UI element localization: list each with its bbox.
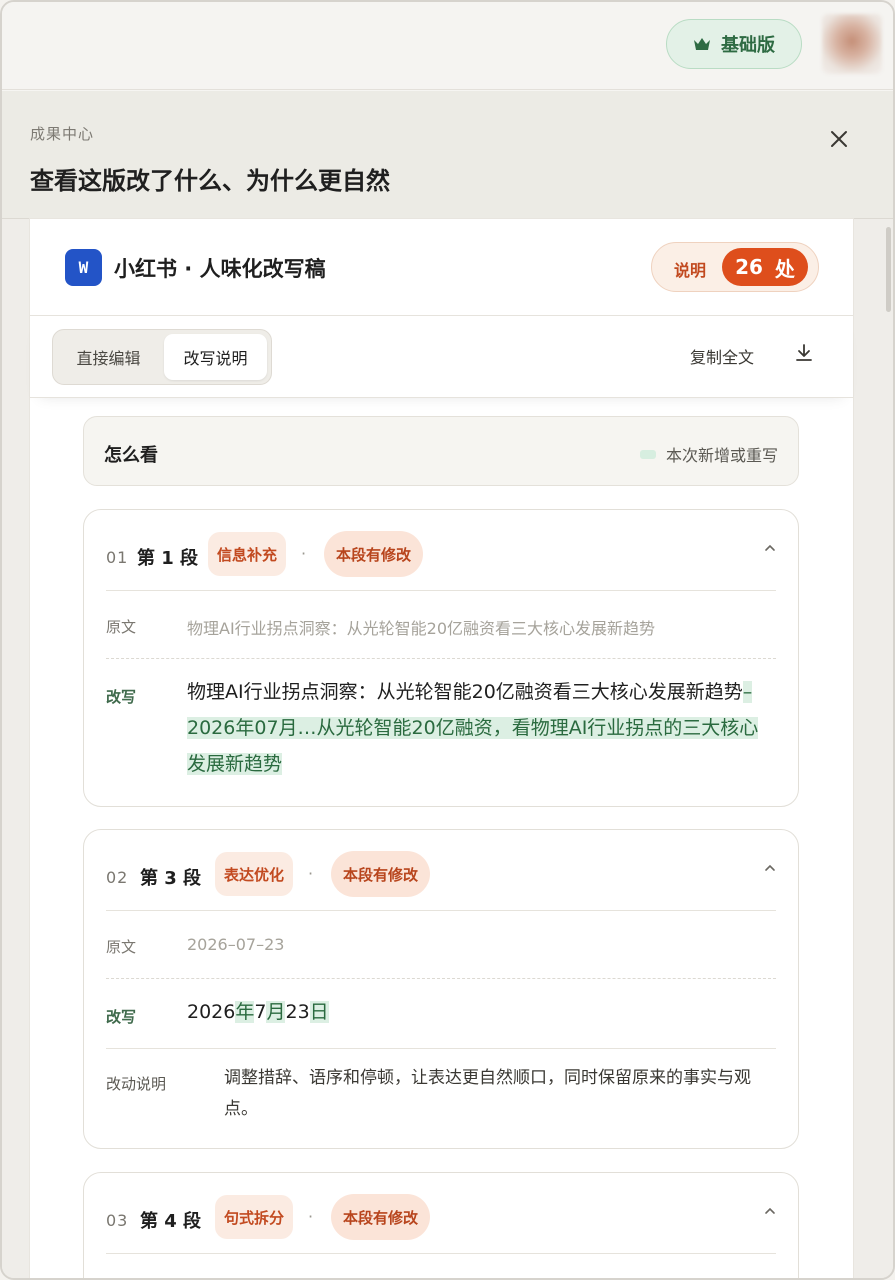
notes-unit: 处: [774, 256, 795, 281]
crown-icon: [694, 38, 710, 50]
download-icon[interactable]: [793, 342, 815, 364]
card-number: 03: [106, 1211, 129, 1230]
chevron-up-icon[interactable]: [762, 860, 778, 876]
backdrop-left: [2, 219, 30, 1278]
original-text: 物理AI行业拐点洞察：从光轮智能20亿融资看三大核心发展新趋势: [187, 619, 656, 638]
rewrite-label: 改写: [106, 688, 137, 706]
rewrite-text: 2026年7月23日: [187, 994, 777, 1030]
close-button[interactable]: [824, 124, 854, 154]
separator: ·: [308, 864, 314, 883]
original-label: 原文: [106, 938, 137, 956]
change-note-text: 调整措辞、语序和停顿，让表达更自然顺口，同时保留原来的事实与观点。: [224, 1068, 751, 1119]
segment-name: 第 1 段: [137, 548, 199, 569]
copy-all-button[interactable]: 复制全文: [690, 344, 754, 368]
view-switch: 直接编辑 改写说明: [52, 329, 272, 385]
chevron-up-icon[interactable]: [762, 540, 778, 556]
close-icon: [831, 131, 847, 147]
legend-label: 本次新增或重写: [665, 446, 778, 465]
top-bar: 基础版: [2, 2, 893, 90]
tab-rewrite-notes[interactable]: 改写说明: [164, 334, 267, 380]
divider: [106, 590, 776, 591]
notes-count-badge: 26 处: [722, 248, 808, 286]
modified-status-tag: 本段有修改: [331, 851, 431, 897]
chevron-up-icon[interactable]: [762, 1203, 778, 1219]
original-label: 原文: [106, 618, 137, 636]
change-card: 02 第 3 段 表达优化 · 本段有修改 原文 2026–07–23 改写 2…: [83, 829, 799, 1149]
howto-title: 怎么看: [104, 445, 158, 466]
rewrite-added: 日: [309, 1001, 329, 1023]
document-header: W 小红书 · 人味化改写稿 说明 26 处: [30, 219, 853, 316]
legend-swatch: [639, 449, 656, 459]
card-header[interactable]: 01 第 1 段 信息补充 · 本段有修改: [84, 510, 798, 590]
card-header[interactable]: 02 第 3 段 表达优化 · 本段有修改: [84, 830, 798, 910]
plan-label: 基础版: [721, 35, 775, 56]
rewrite-kept: 物理AI行业拐点洞察：从光轮智能20亿融资看三大核心发展新趋势: [187, 681, 743, 703]
legend: 本次新增或重写: [639, 442, 778, 466]
change-card: 01 第 1 段 信息补充 · 本段有修改 原文 物理AI行业拐点洞察：从光轮智…: [83, 509, 799, 807]
change-card: 03 第 4 段 句式拆分 · 本段有修改: [83, 1172, 799, 1278]
divider: [106, 1253, 776, 1254]
plan-badge[interactable]: 基础版: [666, 19, 802, 69]
notes-count: 26: [735, 255, 763, 279]
tab-direct-edit[interactable]: 直接编辑: [57, 334, 160, 380]
notes-label: 说明: [674, 261, 707, 280]
change-type-tag: 句式拆分: [215, 1195, 294, 1239]
change-note-label: 改动说明: [106, 1075, 167, 1093]
change-type-tag: 信息补充: [208, 532, 287, 576]
separator: ·: [308, 1207, 314, 1226]
rewrite-kept: 2026: [187, 1001, 236, 1023]
card-number: 01: [106, 548, 129, 567]
word-doc-icon: W: [65, 249, 102, 286]
app-window: 基础版 成果中心 查看这版改了什么、为什么更自然 W 小红书 · 人味化改写稿 …: [0, 0, 895, 1280]
divider: [106, 1048, 776, 1049]
result-panel: W 小红书 · 人味化改写稿 说明 26 处 直接编辑 改写说明 复制全文 怎么…: [30, 219, 853, 1278]
divider: [106, 658, 776, 659]
rewrite-text: 物理AI行业拐点洞察：从光轮智能20亿融资看三大核心发展新趋势–2026年07月…: [187, 674, 777, 782]
notes-count-pill[interactable]: 说明 26 处: [651, 242, 819, 292]
avatar[interactable]: [822, 14, 882, 74]
rewrite-added: 年: [235, 1001, 255, 1023]
divider: [106, 910, 776, 911]
rewrite-kept: 23: [285, 1001, 310, 1023]
drawer-title: 查看这版改了什么、为什么更自然: [30, 167, 390, 195]
card-number: 02: [106, 868, 129, 887]
rewrite-added: 月: [266, 1001, 286, 1023]
drawer-header: 成果中心 查看这版改了什么、为什么更自然: [2, 91, 893, 219]
original-text: 2026–07–23: [187, 935, 285, 954]
card-header[interactable]: 03 第 4 段 句式拆分 · 本段有修改: [84, 1173, 798, 1253]
segment-name: 第 3 段: [140, 868, 202, 889]
modified-status-tag: 本段有修改: [331, 1194, 431, 1240]
drawer-kicker: 成果中心: [30, 125, 95, 143]
scrollbar[interactable]: [886, 227, 891, 312]
rewrite-kept: 7: [254, 1001, 267, 1023]
rewrite-label: 改写: [106, 1008, 137, 1026]
divider: [106, 978, 776, 979]
toolbar: 直接编辑 改写说明 复制全文: [30, 316, 853, 398]
change-type-tag: 表达优化: [215, 852, 294, 896]
segment-name: 第 4 段: [140, 1211, 202, 1232]
howto-box: 怎么看 本次新增或重写: [83, 416, 799, 486]
document-title: 小红书 · 人味化改写稿: [114, 257, 326, 281]
modified-status-tag: 本段有修改: [324, 531, 424, 577]
backdrop-right: [853, 219, 893, 1278]
separator: ·: [301, 544, 307, 563]
